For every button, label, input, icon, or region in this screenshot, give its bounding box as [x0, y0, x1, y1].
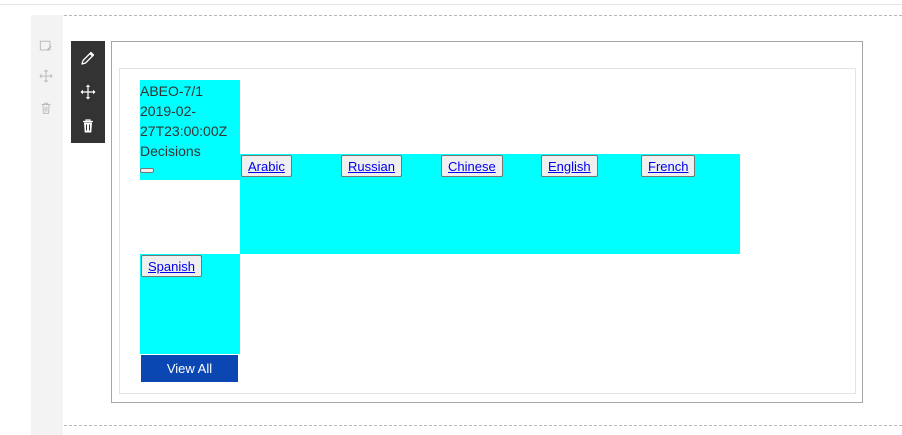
top-divider: [0, 4, 902, 5]
language-button-english[interactable]: English: [541, 155, 598, 177]
move-arrows-icon[interactable]: [71, 75, 105, 109]
view-all-button[interactable]: View All: [141, 355, 238, 382]
document-type: Decisions: [140, 143, 201, 159]
language-button-french[interactable]: French: [641, 155, 696, 177]
section-bottom-border: [64, 425, 902, 426]
trash-icon[interactable]: [38, 100, 54, 116]
section-top-border: [64, 15, 902, 16]
document-metadata: ABEO-7/1 2019-02- 27T23:00:00Z Decisions: [140, 81, 240, 161]
trash-icon[interactable]: [71, 109, 105, 143]
document-symbol: ABEO-7/1: [140, 83, 204, 99]
language-button-russian[interactable]: Russian: [341, 155, 402, 177]
document-date-part2: 27T23:00:00Z: [140, 123, 228, 139]
edit-toolbar: [71, 41, 105, 143]
language-button-spanish[interactable]: Spanish: [141, 255, 202, 277]
document-date-part1: 2019-02-: [140, 103, 197, 119]
edit-note-icon[interactable]: [38, 38, 54, 54]
expand-button[interactable]: [140, 168, 154, 173]
move-icon[interactable]: [38, 68, 54, 84]
language-button-arabic[interactable]: Arabic: [241, 155, 292, 177]
language-button-chinese[interactable]: Chinese: [441, 155, 503, 177]
pencil-icon[interactable]: [71, 41, 105, 75]
